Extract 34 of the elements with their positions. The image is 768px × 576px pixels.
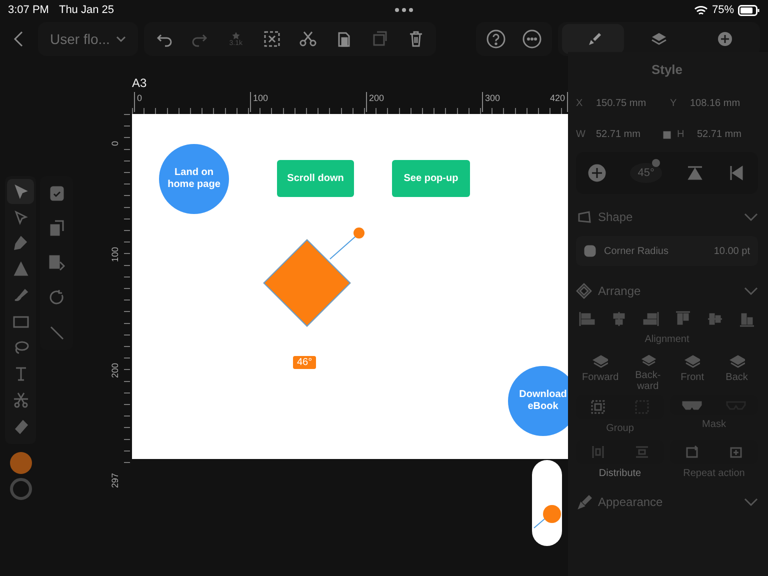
angle-badge: 46° (293, 356, 316, 369)
flow-step-node: Scroll down (277, 160, 354, 197)
ruler-label: 100 (110, 246, 120, 262)
y-field[interactable]: 108.16 mm (690, 98, 758, 109)
ruler-label: 300 (482, 92, 500, 112)
artboard-label: A3 (132, 76, 147, 90)
section-title: Appearance (598, 495, 664, 509)
field-label: X (576, 98, 584, 109)
ruler-label: 0 (110, 140, 120, 146)
x-field[interactable]: 150.75 mm (596, 98, 664, 109)
clock-time: 3:07 PM (8, 4, 49, 16)
ruler-label: 0 (134, 92, 142, 112)
field-label: W (576, 129, 586, 140)
section-title: Arrange (598, 284, 642, 298)
ruler-label: 100 (250, 92, 268, 112)
order-button[interactable]: Back-ward (626, 349, 670, 393)
width-field[interactable]: 52.71 mm (596, 129, 657, 140)
field-label: H (677, 129, 686, 140)
order-button[interactable]: Back (716, 349, 758, 393)
battery-percent: 75% (712, 4, 734, 16)
section-title: Shape (598, 210, 634, 224)
corner-radius-field[interactable]: Corner Radius 10.00 pt (576, 236, 758, 266)
flow-circle-node: Land on home page (159, 144, 229, 214)
date: Thu Jan 25 (58, 4, 114, 16)
ruler-label: 200 (110, 362, 120, 378)
panel-title: Style (650, 62, 684, 79)
flow-step-node: See pop-up (392, 160, 470, 197)
ruler-label: 297 (110, 472, 120, 488)
alignment-label: Alignment (644, 333, 690, 347)
ruler-label: 200 (366, 92, 384, 112)
order-button[interactable]: Front (671, 349, 714, 393)
height-field[interactable]: 52.71 mm (697, 129, 758, 140)
order-button[interactable]: Forward (576, 349, 625, 393)
field-label: Y (670, 98, 678, 109)
